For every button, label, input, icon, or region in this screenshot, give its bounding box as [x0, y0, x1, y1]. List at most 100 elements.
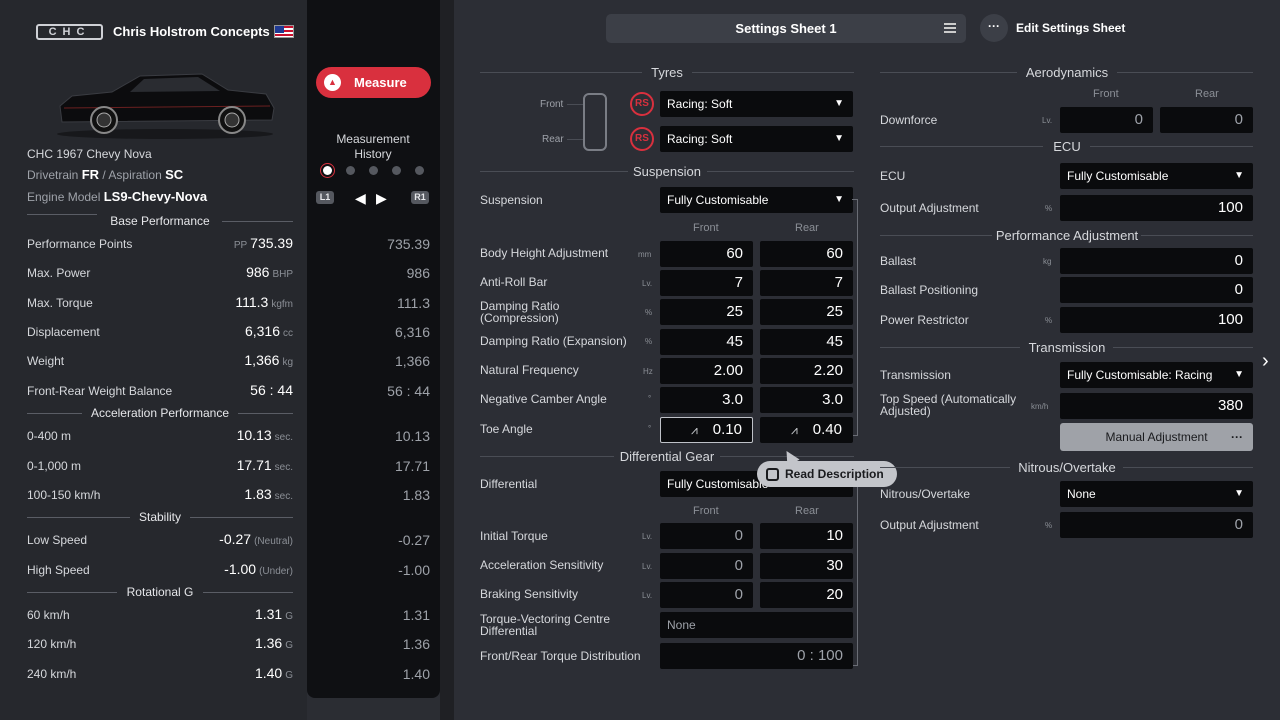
- settings-sheet-title: Settings Sheet 1: [735, 21, 837, 36]
- tyre-rs-badge-icon: RS: [630, 92, 654, 116]
- touchpad-button-icon: [766, 468, 779, 481]
- transmission-select[interactable]: Fully Customisable: Racing ▼: [1060, 362, 1253, 388]
- stat-value: PP 735.39: [234, 235, 293, 251]
- setting-unit: Lv.: [1042, 116, 1053, 125]
- torque-distribution-input[interactable]: 0 : 100: [660, 643, 853, 669]
- setting-label: Acceleration Sensitivity: [480, 558, 604, 572]
- settings-sheet-selector[interactable]: Settings Sheet 1: [606, 14, 966, 43]
- section-line: [1123, 467, 1253, 468]
- read-description-tooltip[interactable]: Read Description: [757, 461, 897, 487]
- history-value: 1.83: [402, 487, 430, 503]
- power-restrictor-input[interactable]: 100: [1060, 307, 1253, 333]
- rear-value-input[interactable]: 7: [760, 270, 853, 296]
- history-value: 1.31: [402, 607, 430, 623]
- stat-label: 60 km/h: [27, 608, 70, 622]
- suspension-value: Fully Customisable: [667, 193, 769, 207]
- front-toe-input[interactable]: ⩘ 0.10: [660, 417, 753, 443]
- section-line: [880, 235, 992, 236]
- stat-number: 1.40: [254, 665, 283, 681]
- front-tyre-select[interactable]: Racing: Soft ▼: [660, 91, 853, 117]
- stat-unit: G: [285, 611, 293, 622]
- setting-label: Damping Ratio (Compression): [480, 299, 560, 325]
- car-title: CHC 1967 Chevy Nova: [27, 147, 152, 161]
- rear-value-input[interactable]: 45: [760, 329, 853, 355]
- front-downforce-input[interactable]: 0: [1060, 107, 1153, 133]
- stat-value: -0.27 (Neutral): [219, 531, 293, 547]
- edit-settings-sheet-button[interactable]: Edit Settings Sheet: [1016, 21, 1125, 35]
- rear-value-input[interactable]: 10: [760, 523, 853, 549]
- measure-button[interactable]: ▲ Measure: [316, 67, 431, 98]
- nitrous-output-input[interactable]: 0: [1060, 512, 1253, 538]
- history-dot[interactable]: [415, 166, 424, 175]
- stat-unit: G: [285, 640, 293, 651]
- stat-label: 240 km/h: [27, 667, 77, 681]
- ballast-positioning-input[interactable]: 0: [1060, 277, 1253, 303]
- next-page-chevron-icon[interactable]: ›: [1262, 350, 1269, 373]
- front-value-input[interactable]: 60: [660, 241, 753, 267]
- tyre-rs-badge-icon: RS: [630, 127, 654, 151]
- suspension-select[interactable]: Fully Customisable ▼: [660, 187, 853, 213]
- tooltip-label: Read Description: [785, 467, 884, 481]
- history-title-line2: History: [354, 147, 392, 161]
- rear-toe-input[interactable]: ⩘ 0.40: [760, 417, 853, 443]
- setting-label: Ballast Positioning: [880, 283, 979, 297]
- front-value-input[interactable]: 0: [660, 582, 753, 608]
- top-speed-input[interactable]: 380: [1060, 393, 1253, 419]
- front-value-input[interactable]: 3.0: [660, 387, 753, 413]
- rear-value-input[interactable]: 60: [760, 241, 853, 267]
- rear-value-input[interactable]: 20: [760, 582, 853, 608]
- history-dot[interactable]: [346, 166, 355, 175]
- front-value-input[interactable]: 25: [660, 299, 753, 325]
- next-arrow-icon[interactable]: ▶: [376, 190, 387, 207]
- l1-button[interactable]: L1: [316, 191, 334, 204]
- caret-down-icon: ▼: [834, 133, 844, 144]
- ecu-select[interactable]: Fully Customisable ▼: [1060, 163, 1253, 189]
- ballast-input[interactable]: 0: [1060, 248, 1253, 274]
- more-options-icon[interactable]: ···: [980, 14, 1008, 42]
- rear-value-input[interactable]: 3.0: [760, 387, 853, 413]
- rear-value-input[interactable]: 2.20: [760, 358, 853, 384]
- front-value-input[interactable]: 45: [660, 329, 753, 355]
- tyre-pointer-line: [567, 104, 583, 105]
- nitrous-value: None: [1067, 487, 1096, 501]
- section-line: [1141, 235, 1253, 236]
- rear-downforce-input[interactable]: 0: [1160, 107, 1253, 133]
- history-value: 56 : 44: [387, 383, 430, 399]
- nitrous-select[interactable]: None ▼: [1060, 481, 1253, 507]
- setting-unit: °: [648, 424, 652, 433]
- rear-tyre-select[interactable]: Racing: Soft ▼: [660, 126, 853, 152]
- rear-value-input[interactable]: 30: [760, 553, 853, 579]
- section-tyres: Tyres: [651, 65, 683, 80]
- front-value-input[interactable]: 7: [660, 270, 753, 296]
- section-aerodynamics: Aerodynamics: [1025, 65, 1109, 80]
- history-dot[interactable]: [323, 166, 332, 175]
- ecu-output-input[interactable]: 100: [1060, 195, 1253, 221]
- prev-arrow-icon[interactable]: ◀: [355, 190, 366, 207]
- section-suspension: Suspension: [633, 164, 701, 179]
- drivetrain-line: Drivetrain FR / Aspiration SC: [27, 167, 183, 182]
- history-dot[interactable]: [369, 166, 378, 175]
- manual-adjustment-button[interactable]: Manual Adjustment ···: [1060, 423, 1253, 451]
- front-value-input[interactable]: 2.00: [660, 358, 753, 384]
- stat-value: 986 BHP: [246, 264, 293, 280]
- column-rear: Rear: [795, 505, 819, 517]
- history-title-line1: Measurement: [336, 132, 410, 146]
- measurement-history-panel: [307, 0, 440, 698]
- stat-value: 56 : 44: [250, 382, 293, 398]
- setting-label: Toe Angle: [480, 422, 533, 436]
- section-line: [707, 171, 854, 172]
- measurement-history-title: Measurement History: [318, 132, 428, 162]
- stat-number: -0.27: [219, 531, 252, 547]
- stat-number: 111.3: [235, 294, 269, 310]
- torque-vectoring-select[interactable]: None: [660, 612, 853, 638]
- stat-label: Performance Points: [27, 237, 133, 251]
- rear-value-input[interactable]: 25: [760, 299, 853, 325]
- setting-label: Front/Rear Torque Distribution: [480, 649, 641, 663]
- differential-label: Differential: [480, 477, 538, 491]
- history-dot[interactable]: [392, 166, 401, 175]
- brand-name: Chris Holstrom Concepts: [113, 24, 270, 39]
- front-value-input[interactable]: 0: [660, 553, 753, 579]
- r1-button[interactable]: R1: [411, 191, 429, 204]
- setting-label: Power Restrictor: [880, 313, 969, 327]
- front-value-input[interactable]: 0: [660, 523, 753, 549]
